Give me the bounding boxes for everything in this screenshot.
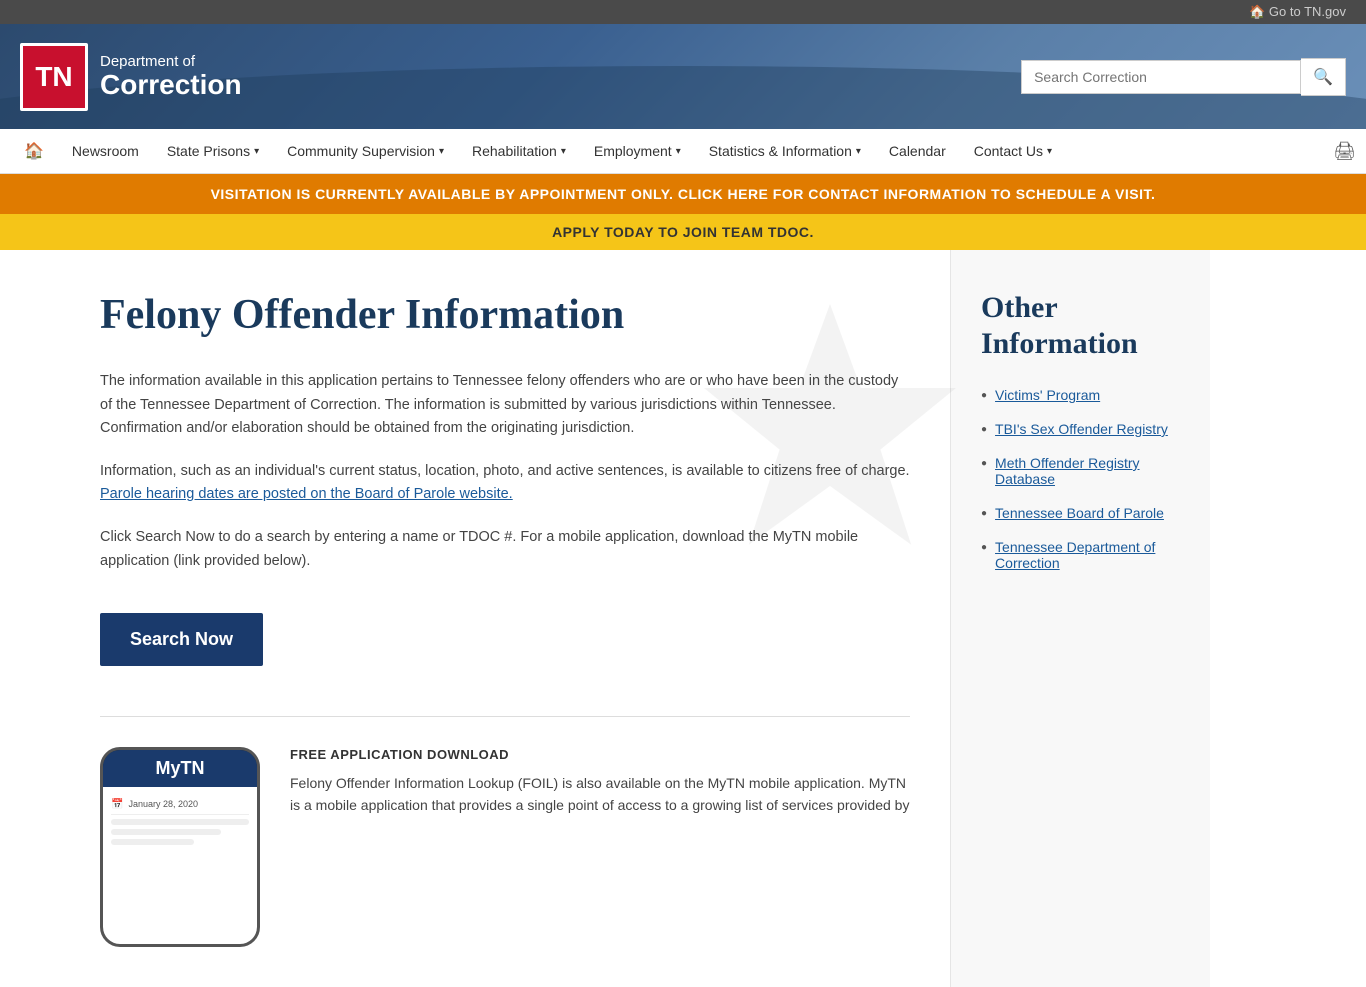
search-area: 🔍 — [1021, 58, 1346, 96]
sidebar-title: Other Information — [981, 290, 1190, 362]
list-item: TBI's Sex Offender Registry — [981, 421, 1190, 437]
chevron-down-icon: ▾ — [439, 146, 444, 157]
correction-label: Correction — [100, 70, 242, 101]
paragraph-2: Information, such as an individual's cur… — [100, 460, 910, 506]
chevron-down-icon: ▾ — [676, 146, 681, 157]
logo-dept-text: Department of Correction — [100, 53, 242, 101]
chevron-down-icon: ▾ — [561, 146, 566, 157]
chevron-down-icon: ▾ — [254, 146, 259, 157]
parole-link[interactable]: Parole hearing dates are posted on the B… — [100, 486, 513, 502]
go-to-tn-link[interactable]: 🏠 Go to TN.gov — [1249, 4, 1346, 19]
sidebar: Other Information Victims' Program TBI's… — [950, 250, 1210, 987]
nav-item-newsroom[interactable]: Newsroom — [58, 131, 153, 171]
nav-home[interactable]: 🏠 — [10, 129, 58, 173]
placeholder-bar-1 — [111, 819, 249, 825]
visitation-banner[interactable]: VISITATION IS CURRENTLY AVAILABLE BY APP… — [0, 174, 1366, 214]
placeholder-bar-2 — [111, 829, 221, 835]
chevron-down-icon: ▾ — [1047, 146, 1052, 157]
nav-item-rehabilitation[interactable]: Rehabilitation ▾ — [458, 131, 580, 171]
sidebar-list: Victims' Program TBI's Sex Offender Regi… — [981, 387, 1190, 571]
app-description: Felony Offender Information Lookup (FOIL… — [290, 772, 910, 817]
list-item: Meth Offender Registry Database — [981, 455, 1190, 487]
phone-mockup: MyTN 📅 January 28, 2020 — [100, 747, 260, 947]
sidebar-link-meth-offender[interactable]: Meth Offender Registry Database — [995, 455, 1190, 487]
phone-date-row: 📅 January 28, 2020 — [111, 795, 249, 815]
nav-bar: 🏠 Newsroom State Prisons ▾ Community Sup… — [0, 129, 1366, 174]
nav-item-contact-us[interactable]: Contact Us ▾ — [960, 131, 1066, 171]
logo-area: TN Department of Correction — [20, 43, 242, 111]
app-section: MyTN 📅 January 28, 2020 FREE APPLICATION… — [100, 747, 910, 947]
search-input[interactable] — [1021, 60, 1301, 94]
placeholder-bar-3 — [111, 839, 194, 845]
content-wrapper: Felony Offender Information The informat… — [0, 250, 1366, 987]
phone-app-name: MyTN — [103, 750, 257, 787]
search-button[interactable]: 🔍 — [1301, 58, 1346, 96]
list-item: Victims' Program — [981, 387, 1190, 403]
sidebar-link-victims-program[interactable]: Victims' Program — [995, 387, 1100, 403]
app-title: FREE APPLICATION DOWNLOAD — [290, 747, 910, 762]
sidebar-link-tbi-sex-offender[interactable]: TBI's Sex Offender Registry — [995, 421, 1168, 437]
app-text-content: FREE APPLICATION DOWNLOAD Felony Offende… — [290, 747, 910, 817]
paragraph-3: Click Search Now to do a search by enter… — [100, 526, 910, 572]
sidebar-link-board-of-parole[interactable]: Tennessee Board of Parole — [995, 505, 1164, 521]
nav-item-state-prisons[interactable]: State Prisons ▾ — [153, 131, 273, 171]
nav-item-statistics[interactable]: Statistics & Information ▾ — [695, 131, 875, 171]
search-icon: 🔍 — [1313, 67, 1333, 87]
main-content: Felony Offender Information The informat… — [0, 250, 950, 987]
tn-logo-text: TN — [35, 63, 72, 91]
list-item: Tennessee Department of Correction — [981, 539, 1190, 571]
divider — [100, 716, 910, 717]
search-now-button[interactable]: Search Now — [100, 613, 263, 666]
nav-item-employment[interactable]: Employment ▾ — [580, 131, 695, 171]
tn-logo[interactable]: TN — [20, 43, 88, 111]
nav-item-calendar[interactable]: Calendar — [875, 131, 960, 171]
sidebar-link-tdoc[interactable]: Tennessee Department of Correction — [995, 539, 1190, 571]
top-bar: 🏠 Go to TN.gov — [0, 0, 1366, 24]
join-tdoc-banner[interactable]: APPLY TODAY TO JOIN TEAM TDOC. — [0, 214, 1366, 250]
phone-screen-body: 📅 January 28, 2020 — [103, 787, 257, 944]
paragraph-1: The information available in this applic… — [100, 370, 910, 440]
chevron-down-icon: ▾ — [856, 146, 861, 157]
page-title: Felony Offender Information — [100, 290, 910, 340]
nav-item-community-supervision[interactable]: Community Supervision ▾ — [273, 131, 458, 171]
header: TN Department of Correction 🔍 — [0, 24, 1366, 129]
list-item: Tennessee Board of Parole — [981, 505, 1190, 521]
calendar-icon: 📅 — [111, 799, 123, 810]
dept-of-label: Department of — [100, 53, 242, 70]
print-icon[interactable]: 🖨 — [1333, 141, 1356, 162]
main-layout: Felony Offender Information The informat… — [0, 250, 1366, 987]
